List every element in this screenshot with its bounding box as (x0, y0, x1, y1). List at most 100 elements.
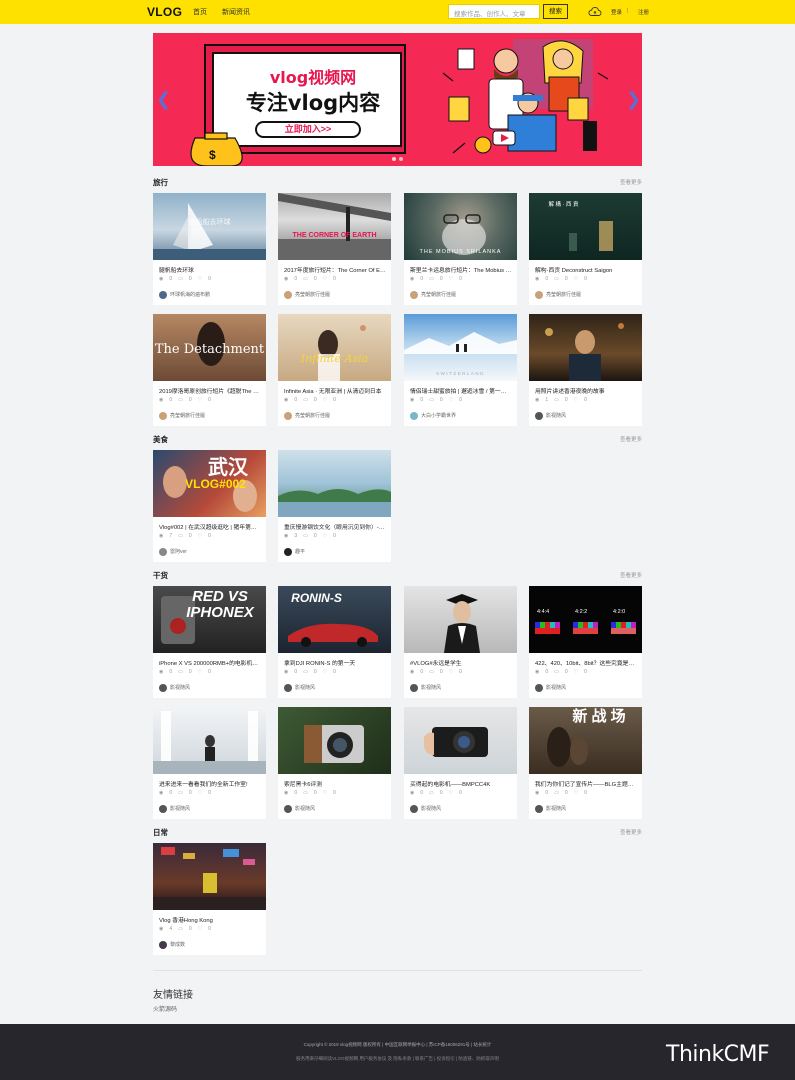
video-thumbnail[interactable]: THE CORNER OF EARTH (278, 193, 391, 260)
author-name[interactable]: 亮莹朝旅行佳履 (295, 412, 330, 419)
video-author[interactable]: 亮莹朝旅行佳履 (159, 411, 205, 420)
avatar[interactable] (159, 804, 167, 813)
video-title[interactable]: 腿帆船去环球 (159, 265, 261, 274)
video-card[interactable]: 重庆慢游钢饮文化（眼用沉见到你）- 第一集 ◉ 3 ▭ 0 ♡ 0 趣平 (278, 450, 391, 562)
avatar[interactable] (535, 683, 543, 692)
video-author[interactable]: 影视随风 (535, 683, 566, 692)
author-name[interactable]: 影视随风 (546, 412, 566, 419)
video-card[interactable]: 用照片讲述香港夜晚的故事 ◉ 1 ▭ 0 ♡ 0 影视随风 (529, 314, 642, 426)
section-more-travel[interactable]: 查看更多 (600, 178, 642, 186)
author-name[interactable]: 环球帆海的遍布鹏 (170, 291, 210, 298)
avatar[interactable] (284, 290, 292, 299)
video-author[interactable]: 亮莹朝旅行佳履 (535, 290, 581, 299)
video-card[interactable]: 4:4:4 4:2:2 4:2:0 422、420、10bit、8bit？这些究… (529, 586, 642, 698)
video-author[interactable]: 影视随风 (284, 683, 315, 692)
video-title[interactable]: 422、420、10bit、8bit？这些究竟是什么 (535, 658, 637, 667)
video-title[interactable]: 斯里兰卡运息旅行短片：The Mobius Srilanka (410, 265, 512, 274)
video-author[interactable]: 环球帆海的遍布鹏 (159, 290, 210, 299)
video-title[interactable]: 情侣瑞士甜蜜旅拍 | 邂逅冰雪 / 第一次滑雪 (410, 386, 512, 395)
video-author[interactable]: 影视随风 (535, 411, 566, 420)
video-card[interactable]: THE CORNER OF EARTH 2017年度旅行短片：The Corne… (278, 193, 391, 305)
video-card[interactable]: 索尼黑卡6评测 ◉ 0 ▭ 0 ♡ 0 影视随风 (278, 707, 391, 819)
author-name[interactable]: 黎成数 (170, 941, 185, 948)
video-card[interactable]: SWITZERLAND 情侣瑞士甜蜜旅拍 | 邂逅冰雪 / 第一次滑雪 ◉ 0 ▭ 0… (404, 314, 517, 426)
video-title[interactable]: 进来进来一看看我们的全新工作室! (159, 779, 261, 788)
video-thumbnail[interactable] (278, 450, 391, 517)
video-card[interactable]: 新 战 场 我们为你们记了宣传片——BLG主题宣传片 ◉ 0 ▭ 0 ♡ 0 影视随风 (529, 707, 642, 819)
search-button[interactable]: 搜索 (543, 4, 568, 19)
video-title[interactable]: 2019摩洛哥原创旅行短片《超脱The Detachment》 (159, 386, 261, 395)
video-author[interactable]: 影视随风 (159, 804, 190, 813)
friend-link[interactable]: 火箭源码 (153, 1004, 177, 1013)
video-author[interactable]: 雷阿ver (159, 547, 187, 556)
site-logo[interactable]: VLOG (147, 5, 182, 19)
author-name[interactable]: 影视随风 (421, 684, 441, 691)
author-name[interactable]: 大白小学霸世界 (421, 412, 456, 419)
login-link[interactable]: 登录 (611, 8, 622, 16)
video-thumbnail[interactable] (529, 314, 642, 381)
banner-dot-1[interactable] (392, 157, 396, 161)
avatar[interactable] (284, 804, 292, 813)
avatar[interactable] (284, 683, 292, 692)
avatar[interactable] (159, 940, 167, 949)
video-thumbnail[interactable]: 搭帆船去环球 (153, 193, 266, 260)
avatar[interactable] (535, 804, 543, 813)
avatar[interactable] (410, 683, 418, 692)
video-title[interactable]: 买得起的电影机——BMPCC4K (410, 779, 512, 788)
video-thumbnail[interactable]: THE MOBIUS SRILANKA (404, 193, 517, 260)
video-card[interactable]: Vlog 香港Hong Kong ◉ 4 ▭ 0 ♡ 0 黎成数 (153, 843, 266, 955)
video-thumbnail[interactable] (404, 707, 517, 774)
author-name[interactable]: 影视随风 (170, 805, 190, 812)
avatar[interactable] (535, 290, 543, 299)
author-name[interactable]: 影视随风 (295, 805, 315, 812)
video-author[interactable]: 影视随风 (284, 804, 315, 813)
video-author[interactable]: 亮莹朝旅行佳履 (284, 411, 330, 420)
author-name[interactable]: 亮莹朝旅行佳履 (421, 291, 456, 298)
video-title[interactable]: 2017年度旅行短片：The Corner Of Earth (284, 265, 386, 274)
video-card[interactable]: 解 構 · 西 貢 解构·西贡 Deconstruct Saigon ◉ 0 ▭ 0 ♡… (529, 193, 642, 305)
section-more-food[interactable]: 查看更多 (600, 435, 642, 443)
avatar[interactable] (159, 411, 167, 420)
video-thumbnail[interactable] (278, 707, 391, 774)
video-thumbnail[interactable] (404, 586, 517, 653)
video-author[interactable]: 亮莹朝旅行佳履 (410, 290, 456, 299)
author-name[interactable]: 影视随风 (546, 805, 566, 812)
upload-cloud-icon[interactable] (588, 6, 602, 17)
video-title[interactable]: Infinite Asia · 无限亚洲 | 从清迈到日本 (284, 386, 386, 395)
video-thumbnail[interactable]: RONIN-S (278, 586, 391, 653)
video-author[interactable]: 影视随风 (159, 683, 190, 692)
author-name[interactable]: 亮莹朝旅行佳履 (170, 412, 205, 419)
video-author[interactable]: 亮莹朝旅行佳履 (284, 290, 330, 299)
avatar[interactable] (410, 411, 418, 420)
avatar[interactable] (535, 411, 543, 420)
avatar[interactable] (159, 683, 167, 692)
video-title[interactable]: 解构·西贡 Deconstruct Saigon (535, 265, 637, 274)
section-more-daily[interactable]: 查看更多 (600, 828, 642, 836)
video-author[interactable]: 大白小学霸世界 (410, 411, 456, 420)
avatar[interactable] (159, 290, 167, 299)
video-card[interactable]: 买得起的电影机——BMPCC4K ◉ 0 ▭ 0 ♡ 0 影视随风 (404, 707, 517, 819)
video-thumbnail[interactable]: SWITZERLAND (404, 314, 517, 381)
video-thumbnail[interactable] (153, 707, 266, 774)
video-card[interactable]: 搭帆船去环球 腿帆船去环球 ◉ 0 ▭ 0 ♡ 0 环球帆海的遍布鹏 (153, 193, 266, 305)
video-thumbnail[interactable]: 武汉 VLOG#002 (153, 450, 266, 517)
video-card[interactable]: The Detachment 2019摩洛哥原创旅行短片《超脱The Detac… (153, 314, 266, 426)
banner-prev-icon[interactable]: ❮ (156, 89, 171, 110)
author-name[interactable]: 亮莹朝旅行佳履 (295, 291, 330, 298)
hero-banner[interactable]: $ vlog视频网 专注vlog内容 立即加入>> ❮ ❯ (153, 33, 642, 166)
video-card[interactable]: #VLOG#永远是学生 ◉ 0 ▭ 0 ♡ 0 影视随风 (404, 586, 517, 698)
video-thumbnail[interactable]: RED VS IPHONEX (153, 586, 266, 653)
author-name[interactable]: 雷阿ver (170, 548, 187, 555)
section-more-tips[interactable]: 查看更多 (600, 571, 642, 579)
video-card[interactable]: Infinite Asia Infinite Asia · 无限亚洲 | 从清迈… (278, 314, 391, 426)
avatar[interactable] (284, 411, 292, 420)
join-now-button[interactable]: 立即加入>> (255, 121, 361, 138)
search-input[interactable]: 搜索作品、创作人、文章 (448, 4, 540, 19)
video-thumbnail[interactable]: 新 战 场 (529, 707, 642, 774)
video-thumbnail[interactable]: The Detachment (153, 314, 266, 381)
avatar[interactable] (159, 547, 167, 556)
video-author[interactable]: 黎成数 (159, 940, 185, 949)
video-card[interactable]: THE MOBIUS SRILANKA 斯里兰卡运息旅行短片：The Mobiu… (404, 193, 517, 305)
video-thumbnail[interactable]: 解 構 · 西 貢 (529, 193, 642, 260)
author-name[interactable]: 影视随风 (421, 805, 441, 812)
